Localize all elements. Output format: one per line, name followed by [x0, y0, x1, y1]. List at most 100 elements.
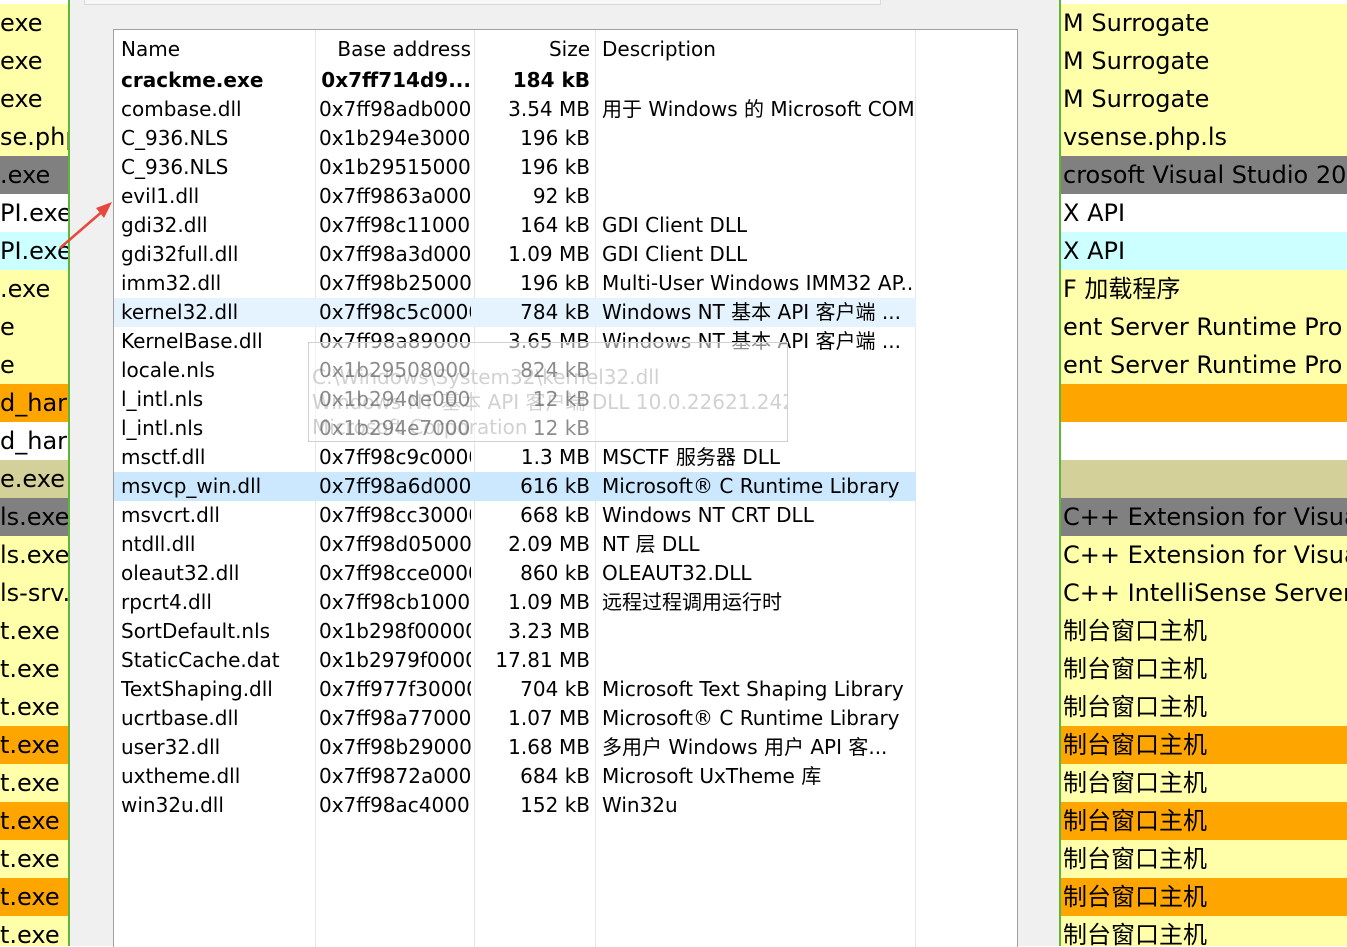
module-description [602, 646, 914, 675]
right-process-row[interactable]: C++ Extension for Visua [1061, 536, 1347, 574]
module-row[interactable]: imm32.dll 0x7ff98b250000 196 kB Multi-User … [114, 269, 916, 298]
column-header-base-address[interactable]: Base address [319, 30, 471, 64]
module-description: GDI Client DLL [602, 242, 748, 266]
module-row[interactable]: C_936.NLS 0x1b295150000 196 kB [114, 153, 916, 182]
module-size: 784 kB [520, 300, 590, 324]
module-name: ntdll.dll [121, 532, 196, 556]
left-process-row[interactable]: t.exe [0, 650, 68, 688]
module-row[interactable]: msctf.dll 0x7ff98c9c0000 1.3 MB MSCTF 服务器 D… [114, 443, 916, 472]
module-row[interactable]: combase.dll 0x7ff98adb0000 3.54 MB 用于 Windo… [114, 95, 916, 124]
right-process-row[interactable] [1061, 460, 1347, 498]
left-process-row[interactable]: e [0, 308, 68, 346]
left-process-row[interactable]: t.exe [0, 764, 68, 802]
module-row[interactable]: oleaut32.dll 0x7ff98cce0000 860 kB OLEAUT32… [114, 559, 916, 588]
left-process-row[interactable]: ls-srv. [0, 574, 68, 612]
column-header-size[interactable]: Size [476, 30, 590, 64]
module-description: Microsoft® C Runtime Library [602, 474, 900, 498]
module-base-address: 0x7ff98b290000 [319, 735, 471, 759]
module-base-address: 0x7ff977f30000 [319, 677, 471, 701]
module-name: C_936.NLS [121, 126, 229, 150]
left-process-row[interactable]: e.exe [0, 460, 68, 498]
right-process-row[interactable]: 制台窗口主机 [1061, 650, 1347, 688]
left-process-row[interactable]: t.exe [0, 688, 68, 726]
left-process-row[interactable]: t.exe [0, 726, 68, 764]
module-name: user32.dll [121, 735, 221, 759]
module-row[interactable]: SortDefault.nls 0x1b298f00000 3.23 MB [114, 617, 916, 646]
module-base-address: 0x7ff98cce0000 [319, 561, 471, 585]
right-process-row[interactable]: C++ Extension for Visua [1061, 498, 1347, 536]
module-row[interactable]: evil1.dll 0x7ff9863a0000 92 kB [114, 182, 916, 211]
right-process-row[interactable]: ent Server Runtime Pro [1061, 346, 1347, 384]
module-row[interactable]: gdi32.dll 0x7ff98c110000 164 kB GDI Client … [114, 211, 916, 240]
left-process-row[interactable]: t.exe [0, 612, 68, 650]
module-size: 1.09 MB [508, 242, 590, 266]
module-name: KernelBase.dll [121, 329, 263, 353]
left-process-row[interactable]: d_har [0, 422, 68, 460]
module-name: l_intl.nls [121, 387, 204, 411]
right-process-row[interactable]: 制台窗口主机 [1061, 916, 1347, 946]
right-process-row[interactable]: 制台窗口主机 [1061, 726, 1347, 764]
left-process-row[interactable]: t.exe [0, 878, 68, 916]
module-row[interactable]: ntdll.dll 0x7ff98d050000 2.09 MB NT 层 DLL [114, 530, 916, 559]
left-process-row[interactable]: t.exe [0, 916, 68, 946]
module-base-address: 0x7ff98a6d0000 [319, 474, 471, 498]
left-process-row[interactable]: ls.exe [0, 498, 68, 536]
module-size: 184 kB [512, 68, 590, 92]
right-process-row[interactable]: M Surrogate [1061, 42, 1347, 80]
process-properties-dialog: Name Base address Size Description crack… [70, 0, 1059, 947]
module-row[interactable]: user32.dll 0x7ff98b290000 1.68 MB 多用户 Windo… [114, 733, 916, 762]
right-process-row[interactable]: X API [1061, 232, 1347, 270]
tooltip-description: Windows NT 基本 API 客户端 DLL 10.0.22621.242… [312, 390, 788, 414]
module-description: MSCTF 服务器 DLL [602, 445, 781, 469]
module-name: C_936.NLS [121, 155, 229, 179]
module-row[interactable]: msvcp_win.dll 0x7ff98a6d0000 616 kB Microso… [114, 472, 916, 501]
right-process-row[interactable]: crosoft Visual Studio 20 [1061, 156, 1347, 194]
left-process-row[interactable]: .exe [0, 270, 68, 308]
module-row[interactable]: TextShaping.dll 0x7ff977f30000 704 kB Micro… [114, 675, 916, 704]
left-process-row[interactable]: t.exe [0, 802, 68, 840]
module-row[interactable]: crackme.exe 0x7ff714d9... 184 kB [114, 66, 916, 95]
right-process-row[interactable]: C++ IntelliSense Server [1061, 574, 1347, 612]
module-size: 684 kB [520, 764, 590, 788]
right-process-row[interactable] [1061, 422, 1347, 460]
module-base-address: 0x7ff9872a0000 [319, 764, 471, 788]
module-row[interactable]: StaticCache.dat 0x1b2979f0000 17.81 MB [114, 646, 916, 675]
right-process-row[interactable]: 制台窗口主机 [1061, 802, 1347, 840]
modules-list[interactable]: Name Base address Size Description crack… [113, 29, 1018, 947]
module-base-address: 0x7ff98c9c0000 [319, 445, 471, 469]
right-process-row[interactable] [1061, 384, 1347, 422]
module-row[interactable]: win32u.dll 0x7ff98ac40000 152 kB Win32u [114, 791, 916, 820]
module-row[interactable]: C_936.NLS 0x1b294e30000 196 kB [114, 124, 916, 153]
left-process-row[interactable]: t.exe [0, 840, 68, 878]
right-process-row[interactable]: X API [1061, 194, 1347, 232]
module-row[interactable]: ucrtbase.dll 0x7ff98a770000 1.07 MB Microso… [114, 704, 916, 733]
left-process-row[interactable]: ls.exe [0, 536, 68, 574]
module-row[interactable]: msvcrt.dll 0x7ff98cc30000 668 kB Windows NT… [114, 501, 916, 530]
right-process-row[interactable]: 制台窗口主机 [1061, 878, 1347, 916]
right-process-row[interactable]: M Surrogate [1061, 80, 1347, 118]
column-header-description[interactable]: Description [602, 30, 716, 64]
left-process-row[interactable]: d_har [0, 384, 68, 422]
right-process-row[interactable]: 制台窗口主机 [1061, 764, 1347, 802]
module-row[interactable]: rpcrt4.dll 0x7ff98cb10000 1.09 MB 远程过程调用运行时 [114, 588, 916, 617]
module-size: 3.54 MB [508, 97, 590, 121]
module-size: 3.23 MB [508, 619, 590, 643]
right-process-row[interactable]: 制台窗口主机 [1061, 612, 1347, 650]
module-name: gdi32.dll [121, 213, 208, 237]
module-size: 17.81 MB [495, 648, 590, 672]
module-base-address: 0x7ff98c110000 [319, 213, 471, 237]
right-process-row[interactable]: F 加载程序 [1061, 270, 1347, 308]
module-size: 152 kB [520, 793, 590, 817]
module-description [602, 66, 914, 95]
right-process-row[interactable]: 制台窗口主机 [1061, 688, 1347, 726]
right-process-row[interactable]: M Surrogate [1061, 4, 1347, 42]
left-process-row[interactable]: e [0, 346, 68, 384]
module-base-address: 0x7ff98cb10000 [319, 590, 471, 614]
right-process-row[interactable]: vsense.php.ls [1061, 118, 1347, 156]
right-process-row[interactable]: 制台窗口主机 [1061, 840, 1347, 878]
module-row[interactable]: uxtheme.dll 0x7ff9872a0000 684 kB Microsoft… [114, 762, 916, 791]
module-row[interactable]: kernel32.dll 0x7ff98c5c0000 784 kB Windows … [114, 298, 916, 327]
module-row[interactable]: gdi32full.dll 0x7ff98a3d0000 1.09 MB GDI Cl… [114, 240, 916, 269]
module-description: Microsoft® C Runtime Library [602, 706, 900, 730]
right-process-row[interactable]: ent Server Runtime Pro [1061, 308, 1347, 346]
